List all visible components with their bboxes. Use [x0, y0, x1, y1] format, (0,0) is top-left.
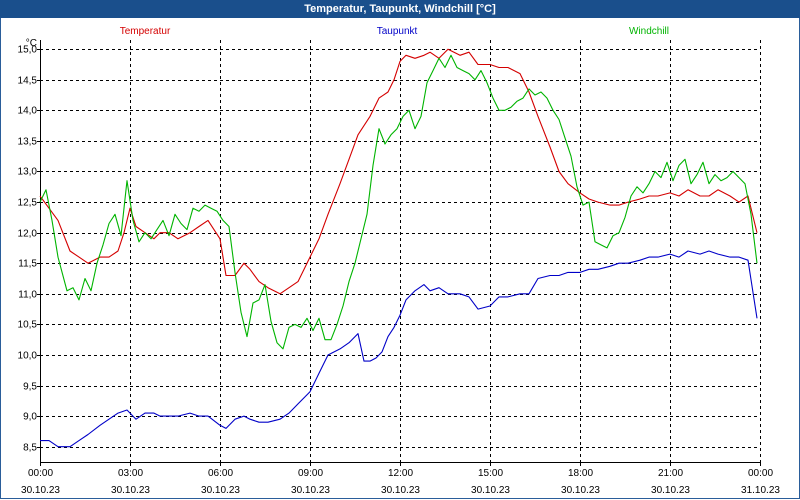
x-tick-date-label: 30.10.23	[381, 485, 420, 496]
y-tick-label: 13,5	[18, 137, 38, 148]
y-tick-label: 10,0	[18, 351, 38, 362]
x-tick-time-label: 12:00	[388, 468, 413, 479]
x-tick-date-label: 30.10.23	[21, 485, 60, 496]
y-tick-label: 12,5	[18, 198, 38, 209]
x-tick-time-label: 15:00	[478, 468, 503, 479]
y-tick-label: 13,0	[18, 167, 38, 178]
x-tick-date-label: 30.10.23	[111, 485, 150, 496]
x-tick-date-label: 30.10.23	[561, 485, 600, 496]
series-lines	[39, 48, 758, 448]
series-line-windchill	[39, 54, 758, 350]
y-tick-label: 12,0	[18, 229, 38, 240]
x-tick-time-label: 00:00	[28, 468, 53, 479]
x-tick-time-label: 21:00	[658, 468, 683, 479]
y-tick-label: 11,0	[18, 290, 37, 301]
y-tick-label: 14,0	[18, 106, 38, 117]
x-tick-time-label: 06:00	[208, 468, 233, 479]
axes	[37, 40, 761, 466]
x-tick-date-label: 30.10.23	[471, 485, 510, 496]
y-tick-label: 9,0	[23, 412, 37, 423]
legend-label-windchill: Windchill	[629, 26, 669, 37]
y-tick-labels: 8,5 9,0 9,5 10,0 10,5 11,0 11,5 12,0 12,5 13,0 13,…	[18, 38, 38, 454]
y-unit-label: °C	[26, 38, 37, 49]
grid-lines	[40, 40, 761, 462]
series-line-taupunkt	[40, 250, 758, 448]
x-tick-labels: 00:00 30.10.23 03:00 30.10.23 06:00 30.10.23 0…	[21, 468, 780, 496]
x-tick-time-label: 18:00	[568, 468, 593, 479]
y-tick-label: 14,5	[18, 76, 38, 87]
y-tick-label: 11,5	[18, 259, 37, 270]
x-tick-date-label: 30.10.23	[651, 485, 690, 496]
x-tick-date-label: 30.10.23	[201, 485, 240, 496]
y-tick-label: 9,5	[23, 382, 37, 393]
x-tick-time-label: 03:00	[118, 468, 143, 479]
legend-label-temperatur: Temperatur	[120, 26, 171, 37]
x-tick-time-label: 09:00	[298, 468, 323, 479]
line-chart: 8,5 9,0 9,5 10,0 10,5 11,0 11,5 12,0 12,5 13,0 13,…	[18, 26, 781, 496]
y-tick-label: 10,5	[18, 320, 38, 331]
legend: Temperatur Taupunkt Windchill	[120, 26, 669, 37]
x-tick-date-label: 30.10.23	[291, 485, 330, 496]
x-tick-date-label: 31.10.23	[741, 485, 780, 496]
legend-label-taupunkt: Taupunkt	[377, 26, 418, 37]
x-tick-time-label: 00:00	[748, 468, 773, 479]
y-tick-label: 8,5	[23, 443, 37, 454]
